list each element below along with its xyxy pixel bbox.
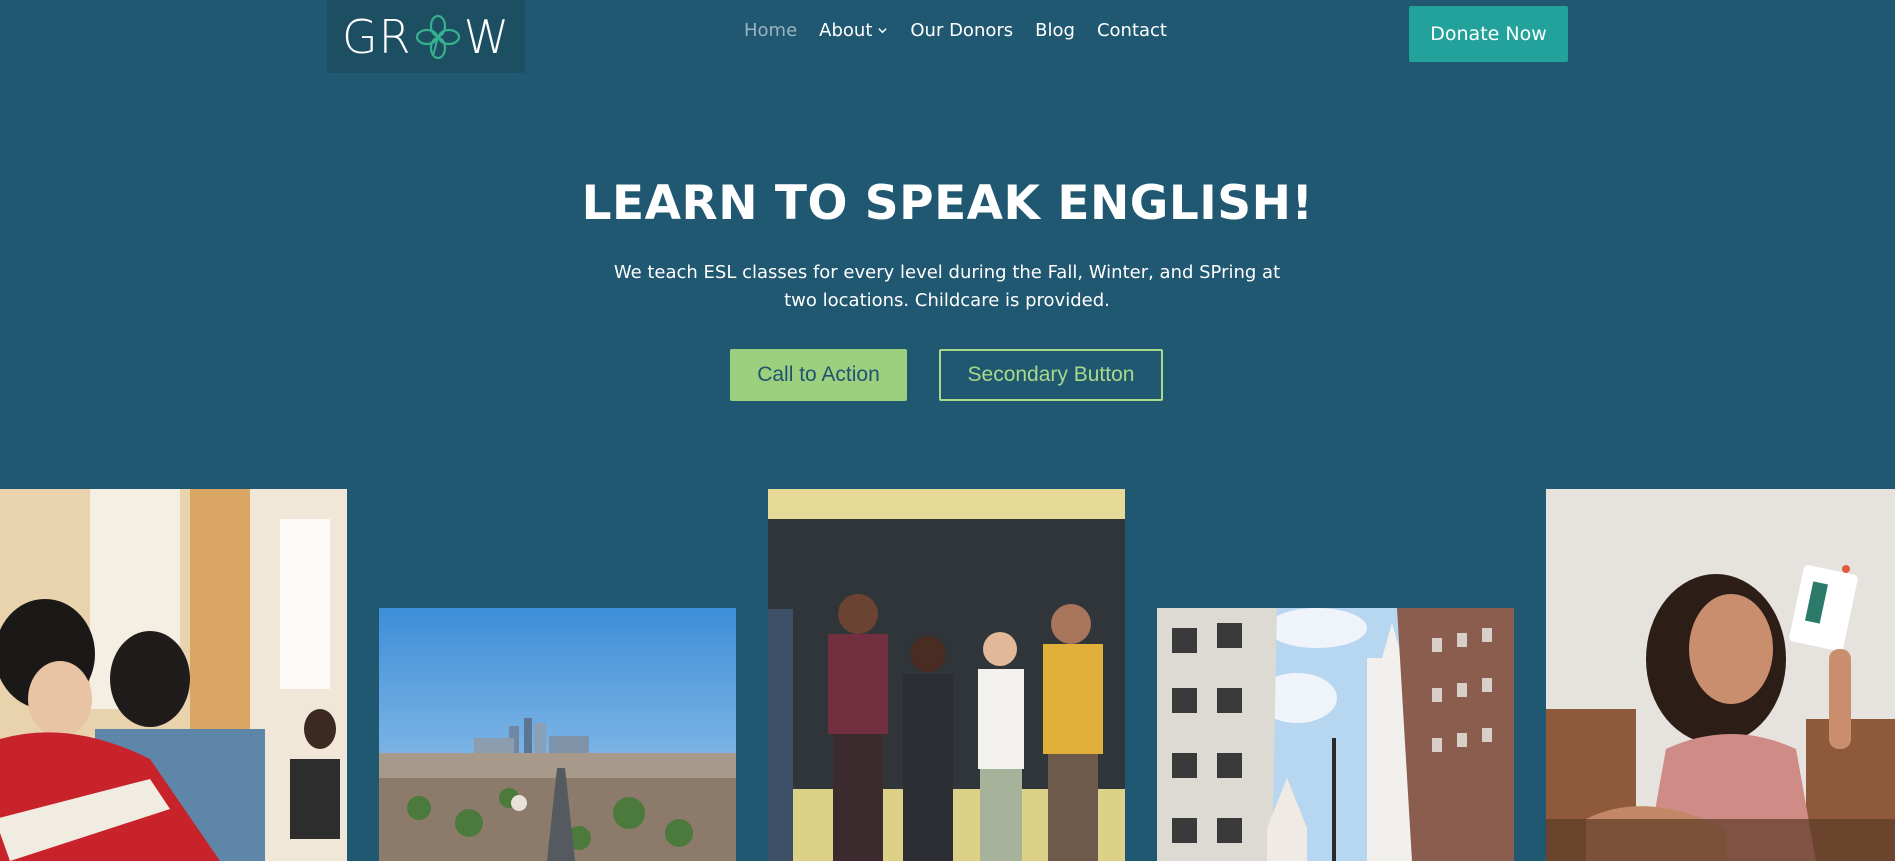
clover-icon — [415, 14, 460, 59]
teacher-with-flashcard-photo — [1546, 489, 1895, 861]
call-to-action-button[interactable]: Call to Action — [730, 349, 907, 401]
city-hall-buildings-photo — [1157, 608, 1514, 861]
logo[interactable]: GR W — [327, 0, 525, 73]
chevron-down-icon — [878, 28, 888, 34]
nav-about[interactable]: About — [819, 20, 888, 41]
nav-home[interactable]: Home — [744, 20, 797, 41]
group-celebrating-photo — [768, 489, 1125, 861]
city-skyline-photo — [379, 608, 736, 861]
hero-subtitle: We teach ESL classes for every level dur… — [613, 262, 1281, 311]
donate-now-button[interactable]: Donate Now — [1409, 6, 1568, 62]
logo-text-right: W — [463, 9, 511, 64]
students-reading-photo — [0, 489, 347, 861]
nav-contact-label: Contact — [1096, 20, 1167, 41]
main-nav: Home About Our Donors Blog Contact — [744, 20, 1167, 41]
nav-our-donors[interactable]: Our Donors — [910, 20, 1013, 41]
nav-blog-label: Blog — [1035, 20, 1075, 41]
nav-home-label: Home — [744, 20, 798, 41]
nav-contact[interactable]: Contact — [1097, 20, 1167, 41]
nav-blog[interactable]: Blog — [1035, 20, 1075, 41]
nav-donors-label: Our Donors — [910, 20, 1014, 41]
hero-title: LEARN TO SPEAK ENGLISH! — [581, 176, 1314, 231]
logo-text-left: GR — [341, 9, 412, 64]
secondary-button[interactable]: Secondary Button — [939, 349, 1163, 401]
nav-about-label: About — [819, 20, 873, 41]
